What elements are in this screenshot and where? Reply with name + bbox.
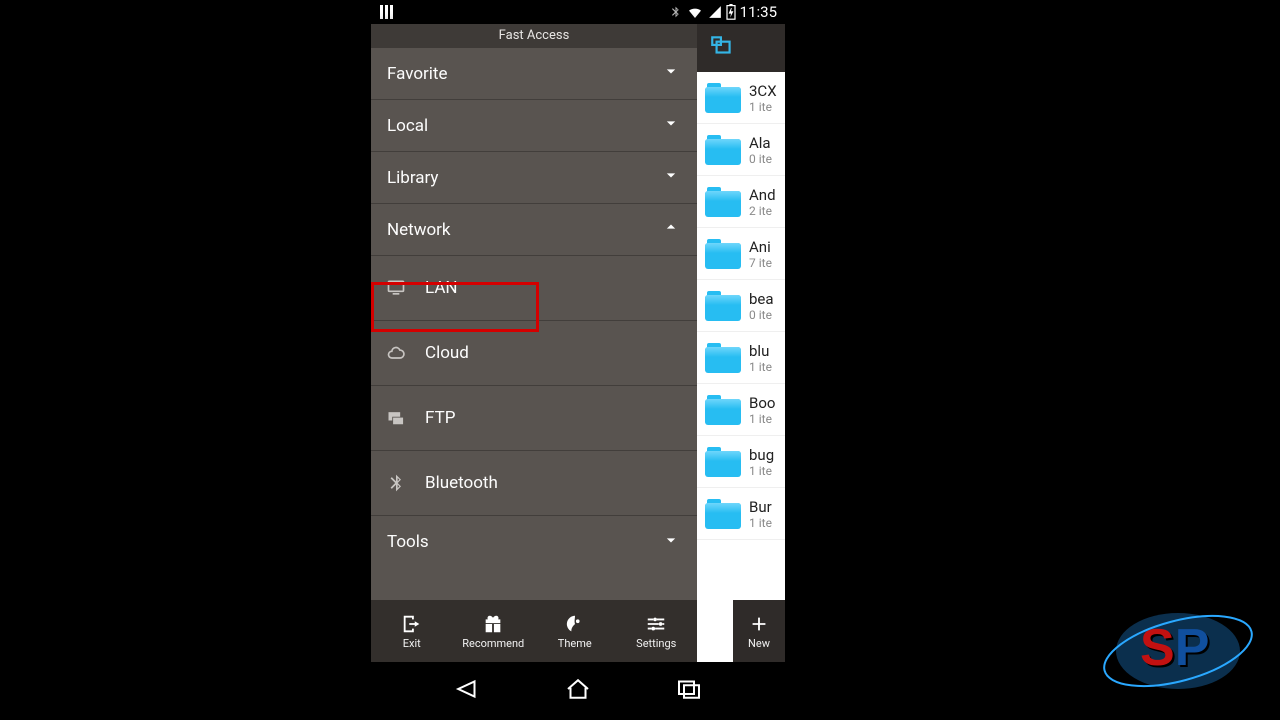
folder-icon xyxy=(705,291,741,321)
drawer-bottom-bar: Exit Recommend Theme Settings xyxy=(371,600,697,662)
folder-meta: 1 ite xyxy=(749,464,774,478)
ftp-icon xyxy=(385,408,407,428)
sliders-icon xyxy=(645,613,667,635)
folder-row[interactable]: Ani7 ite xyxy=(697,228,785,280)
plus-icon xyxy=(748,613,770,635)
section-label: Favorite xyxy=(387,64,661,84)
chevron-down-icon xyxy=(661,113,681,138)
home-button[interactable] xyxy=(563,674,593,708)
folder-meta: 0 ite xyxy=(749,308,774,322)
folder-row[interactable]: blu1 ite xyxy=(697,332,785,384)
watermark-logo: SP xyxy=(1098,596,1258,706)
battery-status-icon xyxy=(726,4,736,20)
android-nav-bar xyxy=(371,662,785,720)
settings-button[interactable]: Settings xyxy=(616,600,698,662)
button-label: Settings xyxy=(636,637,676,650)
exit-button[interactable]: Exit xyxy=(371,600,453,662)
folder-icon xyxy=(705,447,741,477)
folder-name: bea xyxy=(749,290,774,308)
section-label: Tools xyxy=(387,532,661,552)
button-label: New xyxy=(748,637,770,650)
network-item-label: Cloud xyxy=(425,343,469,363)
folder-name: Ala xyxy=(749,134,772,152)
folder-meta: 1 ite xyxy=(749,360,772,374)
folder-icon xyxy=(705,187,741,217)
section-library[interactable]: Library xyxy=(371,152,697,204)
notification-icon xyxy=(379,4,395,20)
folder-name: Boo xyxy=(749,394,775,412)
folder-row[interactable]: And2 ite xyxy=(697,176,785,228)
windows-tab-icon[interactable] xyxy=(709,33,735,63)
bluetooth-status-icon xyxy=(669,4,682,20)
folder-meta: 1 ite xyxy=(749,516,772,530)
section-network[interactable]: Network xyxy=(371,204,697,256)
folder-name: Bur xyxy=(749,498,772,516)
tab-bar xyxy=(697,24,785,72)
folder-icon xyxy=(705,395,741,425)
signal-status-icon xyxy=(708,4,722,20)
network-item-ftp[interactable]: FTP xyxy=(371,386,697,451)
network-item-lan[interactable]: LAN xyxy=(371,256,697,321)
fast-access-drawer: Fast Access Favorite Local Library Netwo… xyxy=(371,24,697,662)
exit-icon xyxy=(401,613,423,635)
network-item-label: FTP xyxy=(425,408,455,428)
folder-row[interactable]: Bur1 ite xyxy=(697,488,785,540)
folder-name: bug xyxy=(749,446,774,464)
folder-meta: 1 ite xyxy=(749,100,777,114)
recents-button[interactable] xyxy=(674,674,704,708)
folder-icon xyxy=(705,343,741,373)
network-item-bluetooth[interactable]: Bluetooth xyxy=(371,451,697,516)
gift-icon xyxy=(482,613,504,635)
folder-row[interactable]: Ala0 ite xyxy=(697,124,785,176)
folder-name: 3CX xyxy=(749,82,777,100)
button-label: Exit xyxy=(403,637,421,650)
network-item-cloud[interactable]: Cloud xyxy=(371,321,697,386)
section-label: Local xyxy=(387,116,661,136)
folder-icon xyxy=(705,135,741,165)
folder-row[interactable]: bea0 ite xyxy=(697,280,785,332)
recommend-button[interactable]: Recommend xyxy=(453,600,535,662)
drawer-title: Fast Access xyxy=(371,24,697,48)
status-bar: 11:35 xyxy=(371,0,785,24)
file-list[interactable]: 3CX1 iteAla0 iteAnd2 iteAni7 itebea0 ite… xyxy=(697,72,785,662)
button-label: Theme xyxy=(558,637,592,650)
chevron-up-icon xyxy=(661,217,681,242)
folder-icon xyxy=(705,83,741,113)
status-time: 11:35 xyxy=(740,3,777,21)
chevron-down-icon xyxy=(661,530,681,555)
section-label: Network xyxy=(387,220,661,240)
folder-name: And xyxy=(749,186,776,204)
folder-meta: 1 ite xyxy=(749,412,775,426)
button-label: Recommend xyxy=(462,637,524,650)
theme-button[interactable]: Theme xyxy=(534,600,616,662)
folder-row[interactable]: bug1 ite xyxy=(697,436,785,488)
monitor-icon xyxy=(385,278,407,298)
section-tools[interactable]: Tools xyxy=(371,516,697,568)
wifi-status-icon xyxy=(686,4,704,20)
content-pane: 3CX1 iteAla0 iteAnd2 iteAni7 itebea0 ite… xyxy=(697,24,785,662)
folder-icon xyxy=(705,499,741,529)
chevron-down-icon xyxy=(661,61,681,86)
folder-name: Ani xyxy=(749,238,772,256)
new-button[interactable]: New xyxy=(733,600,785,662)
back-button[interactable] xyxy=(452,674,482,708)
theme-icon xyxy=(564,613,586,635)
folder-row[interactable]: 3CX1 ite xyxy=(697,72,785,124)
folder-meta: 2 ite xyxy=(749,204,776,218)
chevron-down-icon xyxy=(661,165,681,190)
folder-meta: 0 ite xyxy=(749,152,772,166)
app-area: Fast Access Favorite Local Library Netwo… xyxy=(371,24,785,662)
section-local[interactable]: Local xyxy=(371,100,697,152)
network-item-label: Bluetooth xyxy=(425,473,498,493)
cloud-icon xyxy=(385,343,407,363)
bluetooth-icon xyxy=(385,473,407,493)
folder-icon xyxy=(705,239,741,269)
folder-row[interactable]: Boo1 ite xyxy=(697,384,785,436)
section-favorite[interactable]: Favorite xyxy=(371,48,697,100)
folder-meta: 7 ite xyxy=(749,256,772,270)
folder-name: blu xyxy=(749,342,772,360)
phone-frame: 11:35 Fast Access Favorite Local Library… xyxy=(371,0,785,720)
section-label: Library xyxy=(387,168,661,188)
network-item-label: LAN xyxy=(425,278,458,298)
